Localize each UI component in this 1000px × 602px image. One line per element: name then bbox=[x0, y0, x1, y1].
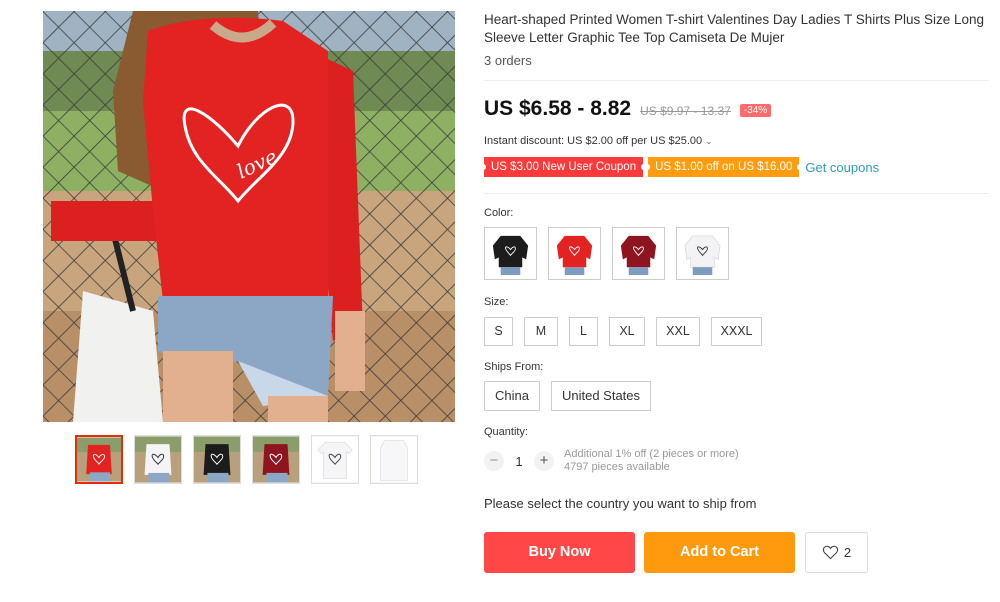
quantity-label: Quantity: bbox=[484, 426, 529, 438]
thumbnail-black-outdoor[interactable] bbox=[193, 435, 241, 484]
quantity-value[interactable]: 1 bbox=[504, 454, 534, 469]
wishlist-count: 2 bbox=[843, 545, 852, 560]
size-options: S M L XL XXL XXXL bbox=[484, 317, 762, 346]
current-price: US $6.58 - 8.82 bbox=[484, 97, 632, 120]
thumbnail-white-flat[interactable] bbox=[311, 435, 359, 484]
ships-from-label: Ships From: bbox=[484, 361, 544, 373]
color-options bbox=[484, 227, 729, 280]
product-title: Heart-shaped Printed Women T-shirt Valen… bbox=[484, 12, 985, 45]
quantity-note: Additional 1% off (2 pieces or more) 479… bbox=[564, 448, 739, 474]
thumbnail-white-outdoor[interactable] bbox=[134, 435, 182, 484]
coupon-row: US $3.00 New User Coupon US $1.00 off on… bbox=[480, 157, 879, 177]
product-photo-image: love bbox=[43, 11, 455, 422]
thumbnail-burgundy-outdoor[interactable] bbox=[252, 435, 300, 484]
divider bbox=[484, 193, 989, 194]
order-count: 3 orders bbox=[484, 53, 532, 68]
ship-option-china[interactable]: China bbox=[484, 381, 540, 411]
ship-option-united-states[interactable]: United States bbox=[550, 381, 652, 411]
quantity-stepper: − 1 + Additional 1% off (2 pieces or mor… bbox=[484, 448, 739, 474]
ship-country-message: Please select the country you want to sh… bbox=[484, 496, 757, 511]
size-option-s[interactable]: S bbox=[484, 317, 513, 346]
size-option-l[interactable]: L bbox=[569, 317, 598, 346]
add-to-cart-button[interactable]: Add to Cart bbox=[644, 532, 795, 573]
color-swatch-white[interactable] bbox=[676, 227, 729, 280]
size-option-xl[interactable]: XL bbox=[609, 317, 645, 346]
bulk-discount-note: Additional 1% off (2 pieces or more) bbox=[564, 448, 739, 460]
color-label: Color: bbox=[484, 207, 514, 219]
discount-badge: -34% bbox=[739, 104, 772, 117]
plus-icon[interactable]: + bbox=[534, 451, 554, 471]
size-label: Size: bbox=[484, 296, 509, 308]
size-option-xxxl[interactable]: XXXL bbox=[711, 317, 762, 346]
heart-icon bbox=[822, 545, 838, 560]
off-coupon[interactable]: US $1.00 off on US $16.00 bbox=[645, 157, 803, 177]
thumbnail-strip bbox=[75, 435, 418, 484]
color-swatch-red[interactable] bbox=[548, 227, 601, 280]
size-option-m[interactable]: M bbox=[524, 317, 558, 346]
main-product-photo[interactable]: love bbox=[43, 11, 455, 422]
size-option-xxl[interactable]: XXL bbox=[656, 317, 700, 346]
thumbnail-white-back[interactable] bbox=[370, 435, 418, 484]
color-swatch-burgundy[interactable] bbox=[612, 227, 665, 280]
original-price: US $9.97 - 13.37 bbox=[640, 104, 731, 118]
new-user-coupon[interactable]: US $3.00 New User Coupon bbox=[480, 157, 647, 177]
chevron-down-icon: ⌄ bbox=[705, 136, 713, 146]
thumbnail-red-outdoor[interactable] bbox=[75, 435, 123, 484]
action-buttons: Buy Now Add to Cart 2 bbox=[484, 532, 868, 573]
color-swatch-black[interactable] bbox=[484, 227, 537, 280]
instant-discount-text: Instant discount: US $2.00 off per US $2… bbox=[484, 135, 703, 147]
ships-from-options: China United States bbox=[484, 381, 652, 411]
buy-now-button[interactable]: Buy Now bbox=[484, 532, 635, 573]
stock-available: 4797 pieces available bbox=[564, 461, 670, 473]
minus-icon[interactable]: − bbox=[484, 451, 504, 471]
divider bbox=[484, 80, 989, 81]
price-row: US $6.58 - 8.82 US $9.97 - 13.37 -34% bbox=[484, 97, 772, 121]
wishlist-button[interactable]: 2 bbox=[805, 532, 868, 573]
get-coupons-link[interactable]: Get coupons bbox=[805, 160, 879, 175]
instant-discount[interactable]: Instant discount: US $2.00 off per US $2… bbox=[484, 135, 713, 147]
